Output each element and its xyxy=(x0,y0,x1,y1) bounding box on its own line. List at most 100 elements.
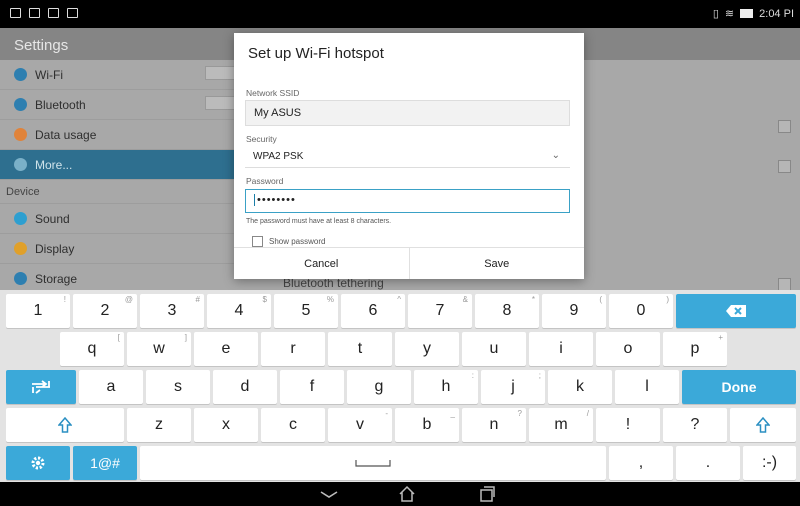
key-label: ! xyxy=(625,416,631,433)
key-alt-label: ( xyxy=(599,295,602,304)
key-label: r xyxy=(290,340,296,357)
key-e[interactable]: e xyxy=(194,332,258,366)
emoticon-key[interactable]: :-) xyxy=(743,446,796,480)
password-input[interactable]: •••••••• xyxy=(245,189,570,213)
key-0[interactable]: 0) xyxy=(609,294,673,328)
key-9[interactable]: 9( xyxy=(542,294,606,328)
tab-icon xyxy=(32,380,50,394)
tab-key[interactable] xyxy=(6,370,76,404)
setting-checkbox[interactable] xyxy=(778,160,791,173)
setting-label: Bluetooth xyxy=(35,97,86,112)
done-key[interactable]: Done xyxy=(682,370,796,404)
key-v[interactable]: v- xyxy=(328,408,392,442)
key-c[interactable]: c xyxy=(261,408,325,442)
security-select[interactable]: WPA2 PSK ⌄ xyxy=(245,146,570,168)
space-icon xyxy=(355,459,391,467)
more-icon xyxy=(14,158,27,171)
key-u[interactable]: u xyxy=(462,332,526,366)
show-password-checkbox[interactable]: Show password xyxy=(252,236,325,247)
key-q[interactable]: q[ xyxy=(60,332,124,366)
keyboard-settings-key[interactable] xyxy=(6,446,70,480)
setting-data-usage[interactable]: Data usage xyxy=(0,120,235,150)
key-label: c xyxy=(289,416,297,433)
period-key[interactable]: . xyxy=(676,446,740,480)
key-f[interactable]: f xyxy=(280,370,344,404)
ssid-input[interactable]: My ASUS xyxy=(245,100,570,126)
setting-more[interactable]: More... xyxy=(0,150,235,180)
key-y[interactable]: y xyxy=(395,332,459,366)
vibrate-icon: ▯ xyxy=(712,8,719,20)
key-3[interactable]: 3 # xyxy=(140,294,204,328)
cancel-button[interactable]: Cancel xyxy=(234,248,409,279)
section-header-device: Device xyxy=(0,180,235,204)
setting-bluetooth[interactable]: Bluetooth xyxy=(0,90,235,120)
key-label: g xyxy=(374,378,384,395)
recents-icon[interactable] xyxy=(478,485,496,503)
key-label: w xyxy=(153,340,165,357)
home-icon[interactable] xyxy=(398,485,416,503)
key-m[interactable]: m / xyxy=(529,408,593,442)
key-label: f xyxy=(309,378,315,395)
key-z[interactable]: z xyxy=(127,408,191,442)
save-button[interactable]: Save xyxy=(408,248,584,279)
symbols-key[interactable]: 1@# xyxy=(73,446,137,480)
key-x[interactable]: x xyxy=(194,408,258,442)
key-alt-label: # xyxy=(195,295,200,304)
key-a[interactable]: a xyxy=(79,370,143,404)
gear-icon xyxy=(31,456,45,470)
key-b[interactable]: b _ xyxy=(395,408,459,442)
key-7[interactable]: 7 & xyxy=(408,294,472,328)
key-s[interactable]: s xyxy=(146,370,210,404)
setting-sound[interactable]: Sound xyxy=(0,204,235,234)
key-o[interactable]: o xyxy=(596,332,660,366)
key-exclamation[interactable]: ! xyxy=(596,408,660,442)
setting-display[interactable]: Display xyxy=(0,234,235,264)
key-k[interactable]: k xyxy=(548,370,612,404)
key-2[interactable]: 2 @ xyxy=(73,294,137,328)
key-i[interactable]: i xyxy=(529,332,593,366)
setting-checkbox[interactable] xyxy=(778,278,791,290)
key-l[interactable]: l xyxy=(615,370,679,404)
battery-icon xyxy=(740,9,754,18)
key-h[interactable]: h: xyxy=(414,370,478,404)
setting-label: Wi-Fi xyxy=(35,67,63,82)
setting-storage[interactable]: Storage xyxy=(0,264,235,290)
wifi-hotspot-dialog: Set up Wi-Fi hotspot Network SSID My ASU… xyxy=(234,33,584,279)
key-8[interactable]: 8 * xyxy=(475,294,539,328)
key-5[interactable]: 5% xyxy=(274,294,338,328)
wifi-toggle[interactable] xyxy=(205,66,235,80)
setting-checkbox[interactable] xyxy=(778,120,791,133)
key-question[interactable]: ? xyxy=(663,408,727,442)
key-label: m xyxy=(554,416,568,433)
wifi-icon xyxy=(14,68,27,81)
bluetooth-toggle[interactable] xyxy=(205,96,235,110)
back-icon[interactable] xyxy=(318,485,340,503)
spacebar[interactable] xyxy=(140,446,606,480)
key-j[interactable]: j; xyxy=(481,370,545,404)
key-r[interactable]: r xyxy=(261,332,325,366)
backspace-key[interactable] xyxy=(676,294,796,328)
key-alt-label: ; xyxy=(538,371,541,380)
key-g[interactable]: g xyxy=(347,370,411,404)
shift-key-left[interactable] xyxy=(6,408,124,442)
show-password-label: Show password xyxy=(269,237,326,246)
ssid-label: Network SSID xyxy=(246,88,300,98)
notification-icon xyxy=(67,8,78,18)
key-p[interactable]: p + xyxy=(663,332,727,366)
key-1[interactable]: 1! xyxy=(6,294,70,328)
key-t[interactable]: t xyxy=(328,332,392,366)
key-6[interactable]: 6 ^ xyxy=(341,294,405,328)
key-alt-label: ) xyxy=(666,295,669,304)
key-n[interactable]: n? xyxy=(462,408,526,442)
key-w[interactable]: w] xyxy=(127,332,191,366)
comma-key[interactable]: , xyxy=(609,446,673,480)
shift-key-right[interactable] xyxy=(730,408,796,442)
key-4[interactable]: 4 $ xyxy=(207,294,271,328)
key-alt-label: - xyxy=(385,409,388,418)
key-alt-label: $ xyxy=(262,295,267,304)
key-d[interactable]: d xyxy=(213,370,277,404)
key-label: 1 xyxy=(33,302,43,319)
key-label: t xyxy=(357,340,363,357)
setting-wifi[interactable]: Wi-Fi xyxy=(0,60,235,90)
settings-list: Wi-Fi Bluetooth Data usage More... Devic… xyxy=(0,60,235,290)
